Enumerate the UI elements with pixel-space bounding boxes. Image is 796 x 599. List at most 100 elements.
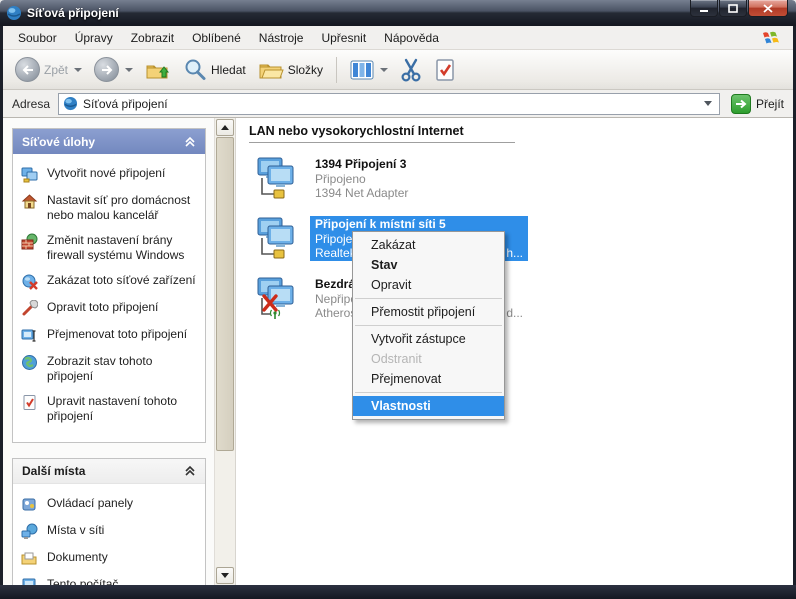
place-control-panel[interactable]: Ovládací panely <box>21 496 197 513</box>
network-tasks-title: Síťové úlohy <box>22 135 95 149</box>
go-arrow-icon <box>731 94 751 114</box>
network-tasks-box: Síťové úlohy Vytvořit nové připojení <box>12 128 206 443</box>
menu-item-bridge[interactable]: Přemostit připojení <box>353 302 504 322</box>
menu-item-status[interactable]: Stav <box>353 255 504 275</box>
rename-icon <box>21 327 38 344</box>
folders-button[interactable]: Složky <box>254 56 327 84</box>
forward-dropdown-icon[interactable] <box>125 68 133 72</box>
close-button[interactable] <box>748 0 788 17</box>
back-icon <box>15 57 40 82</box>
back-button[interactable]: Zpět <box>11 54 86 85</box>
collapse-chevron-icon[interactable] <box>184 136 196 148</box>
other-places-title: Další místa <box>22 464 85 478</box>
address-dropdown-icon[interactable] <box>704 101 712 106</box>
title-bar[interactable]: Síťová připojení <box>0 0 796 26</box>
other-places-header[interactable]: Další místa <box>13 459 205 484</box>
address-bar: Adresa Síťová připojení Přejít <box>3 90 793 118</box>
views-icon <box>350 59 374 81</box>
firewall-icon <box>21 233 38 250</box>
task-pane-scrollbar[interactable] <box>215 118 236 585</box>
folders-icon <box>258 59 284 81</box>
edit-settings-button[interactable] <box>430 55 460 85</box>
network-tasks-header[interactable]: Síťové úlohy <box>13 129 205 154</box>
task-disable-device[interactable]: Zakázat toto síťové zařízení <box>21 273 197 290</box>
menu-bar: Soubor Úpravy Zobrazit Oblíbené Nástroje… <box>3 26 793 50</box>
windows-logo-icon <box>761 28 783 48</box>
menu-item-delete: Odstranit <box>353 349 504 369</box>
context-menu: Zakázat Stav Opravit Přemostit připojení… <box>352 231 505 420</box>
back-dropdown-icon[interactable] <box>74 68 82 72</box>
task-label: Upravit nastavení tohoto připojení <box>47 394 197 424</box>
task-repair-connection[interactable]: Opravit toto připojení <box>21 300 197 317</box>
task-label: Opravit toto připojení <box>47 300 158 315</box>
views-dropdown-icon[interactable] <box>380 68 388 72</box>
menu-item-disable[interactable]: Zakázat <box>353 235 504 255</box>
menu-item-create-shortcut[interactable]: Vytvořit zástupce <box>353 329 504 349</box>
menu-nastroje[interactable]: Nástroje <box>250 28 313 48</box>
place-documents[interactable]: Dokumenty <box>21 550 197 567</box>
disable-network-icon <box>21 273 38 290</box>
menu-item-properties[interactable]: Vlastnosti <box>353 396 504 416</box>
menu-separator <box>355 325 502 326</box>
menu-upresnit[interactable]: Upřesnit <box>312 28 375 48</box>
explorer-content: Síťové úlohy Vytvořit nové připojení <box>3 118 793 585</box>
connection-wireless[interactable]: Bezdrátov Nepřipoje Atheros A d... <box>254 276 793 323</box>
task-create-connection[interactable]: Vytvořit nové připojení <box>21 166 197 183</box>
menu-item-rename[interactable]: Přejmenovat <box>353 369 504 389</box>
connection-info: 1394 Připojení 3 Připojeno 1394 Net Adap… <box>310 156 413 201</box>
control-panel-icon <box>21 496 38 513</box>
new-connection-icon <box>21 166 38 183</box>
network-connections-icon <box>6 5 22 21</box>
task-rename-connection[interactable]: Přejmenovat toto připojení <box>21 327 197 344</box>
up-button[interactable] <box>141 55 175 85</box>
edit-settings-icon <box>21 394 38 411</box>
menu-upravy[interactable]: Úpravy <box>66 28 122 48</box>
menu-item-repair[interactable]: Opravit <box>353 275 504 295</box>
other-places-box: Další místa Ovládací panely <box>12 458 206 585</box>
minimize-button[interactable] <box>690 0 718 17</box>
search-button[interactable]: Hledat <box>179 55 250 85</box>
window-controls <box>690 0 788 17</box>
connection-device: 1394 Net Adapter <box>315 186 408 200</box>
forward-button[interactable] <box>90 54 137 85</box>
task-label: Nastavit síť pro domácnost nebo malou ka… <box>47 193 197 223</box>
collapse-chevron-icon[interactable] <box>184 465 196 477</box>
home-network-icon <box>21 193 38 210</box>
task-view-status[interactable]: Zobrazit stav tohoto připojení <box>21 354 197 384</box>
menu-napoveda[interactable]: Nápověda <box>375 28 448 48</box>
group-rule <box>249 142 515 143</box>
connection-local-area-5[interactable]: Připojení k místní síti 5 Připojeno Real… <box>254 216 793 263</box>
connection-device-truncated: h... <box>506 246 523 260</box>
scrollbar-thumb[interactable] <box>216 137 234 451</box>
go-button[interactable]: Přejít <box>727 93 788 115</box>
menu-oblibene[interactable]: Oblíbené <box>183 28 250 48</box>
scroll-up-icon <box>221 125 229 130</box>
cut-button[interactable] <box>396 55 426 85</box>
connection-1394[interactable]: 1394 Připojení 3 Připojeno 1394 Net Adap… <box>254 156 793 203</box>
wireless-connection-disconnected-icon <box>254 276 301 320</box>
scroll-up-button[interactable] <box>216 119 234 136</box>
network-places-icon <box>21 523 38 540</box>
maximize-button[interactable] <box>719 0 747 17</box>
scroll-down-icon <box>221 573 229 578</box>
lan-connection-icon <box>254 156 301 200</box>
views-button[interactable] <box>346 56 392 84</box>
task-setup-home-network[interactable]: Nastavit síť pro domácnost nebo malou ka… <box>21 193 197 223</box>
network-connections-window: Síťová připojení Soubor Úpravy Zobrazit … <box>0 0 796 599</box>
task-edit-settings[interactable]: Upravit nastavení tohoto připojení <box>21 394 197 424</box>
scroll-down-button[interactable] <box>216 567 234 584</box>
place-my-computer[interactable]: Tento počítač <box>21 577 197 585</box>
window-frame-left <box>0 26 3 599</box>
forward-icon <box>94 57 119 82</box>
place-network-places[interactable]: Místa v síti <box>21 523 197 540</box>
task-change-firewall[interactable]: Změnit nastavení brány firewall systému … <box>21 233 197 263</box>
menu-soubor[interactable]: Soubor <box>9 28 66 48</box>
address-value[interactable]: Síťová připojení <box>83 97 704 111</box>
network-tasks-list: Vytvořit nové připojení Nastavit síť pro… <box>13 154 205 442</box>
menu-zobrazit[interactable]: Zobrazit <box>122 28 183 48</box>
task-label: Zobrazit stav tohoto připojení <box>47 354 197 384</box>
other-places-list: Ovládací panely Místa v síti <box>13 484 205 585</box>
address-combo[interactable]: Síťová připojení <box>58 93 720 115</box>
my-computer-icon <box>21 577 38 585</box>
connection-name: 1394 Připojení 3 <box>315 157 408 172</box>
